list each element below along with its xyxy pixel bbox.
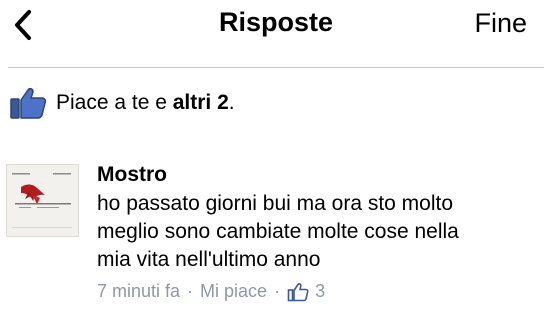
- comment-author[interactable]: Mostro: [97, 162, 547, 188]
- page-title: Risposte: [218, 7, 334, 37]
- thumbs-up-icon: [10, 87, 47, 119]
- navigation-bar: Risposte Fine: [0, 0, 552, 66]
- likes-others-link[interactable]: altri 2: [173, 91, 229, 114]
- avatar[interactable]: [6, 164, 79, 237]
- thumbs-up-icon: [287, 282, 309, 301]
- done-button[interactable]: Fine: [474, 8, 527, 39]
- comment-body: Mostro ho passato giorni bui ma ora sto …: [97, 162, 547, 302]
- like-button[interactable]: Mi piace: [200, 281, 267, 302]
- separator: ·: [187, 281, 194, 301]
- album-cover-image: [7, 165, 78, 236]
- comment-meta: 7 minuti fa · Mi piace · 3: [97, 281, 547, 302]
- likes-text: Piace a te e altri 2.: [56, 91, 235, 114]
- comment-timestamp: 7 minuti fa: [97, 281, 181, 301]
- divider: [8, 67, 544, 68]
- like-count: 3: [315, 281, 326, 301]
- likes-summary[interactable]: Piace a te e altri 2.: [9, 86, 235, 120]
- separator: ·: [274, 281, 281, 301]
- comment-text: ho passato giorni bui ma ora sto molto m…: [97, 192, 459, 271]
